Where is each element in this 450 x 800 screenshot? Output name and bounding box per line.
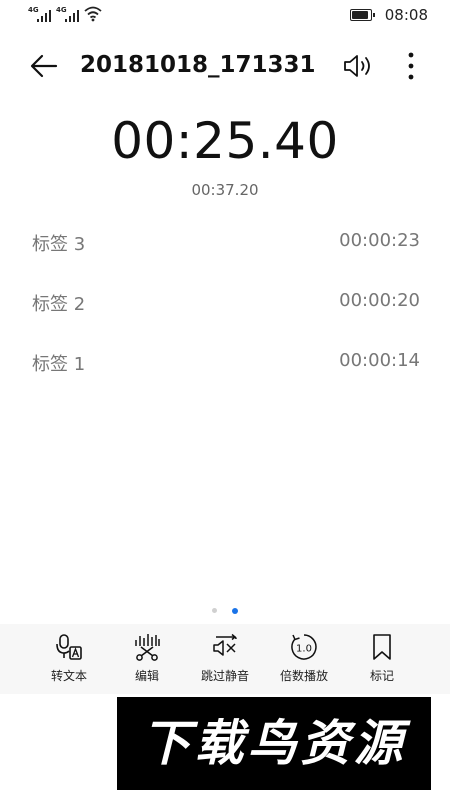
marker-list: 标签 3 00:00:23 标签 2 00:00:20 标签 1 00:00:1… <box>0 226 450 406</box>
playback-speed-button[interactable]: 1.0 倍数播放 <box>269 632 339 690</box>
bottom-toolbar: 转文本 编辑 跳过静音 1.0 倍数播放 标记 <box>0 624 450 694</box>
status-bar: 4G 4G 08:08 <box>0 0 450 32</box>
speech-to-text-icon <box>56 634 82 660</box>
playback-speed-icon: 1.0 <box>291 634 317 660</box>
back-button[interactable] <box>28 50 60 82</box>
page-indicator[interactable] <box>0 600 450 614</box>
page-dot-1[interactable] <box>211 608 217 613</box>
marker-label: 标签 2 <box>32 294 86 315</box>
toolbar-label: 转文本 <box>50 669 87 683</box>
status-time: 08:08 <box>384 6 428 24</box>
recording-title: 20181018_171331 <box>80 52 316 78</box>
marker-item[interactable]: 标签 3 00:00:23 <box>0 226 450 286</box>
marker-item[interactable]: 标签 2 00:00:20 <box>0 286 450 346</box>
signal-icon: 4G <box>28 6 54 24</box>
speaker-icon <box>344 55 370 77</box>
marker-time: 00:00:23 <box>339 230 420 251</box>
skip-silence-icon <box>213 633 237 656</box>
speaker-button[interactable] <box>342 52 376 80</box>
watermark-text: 下载鸟资源 <box>141 715 407 772</box>
toolbar-label: 跳过静音 <box>200 669 249 683</box>
marker-label: 标签 3 <box>32 234 86 255</box>
back-arrow-icon <box>30 54 58 78</box>
scissors-waveform-icon <box>135 634 160 661</box>
more-vertical-icon <box>408 52 414 80</box>
speed-value: 1.0 <box>296 644 312 655</box>
speech-to-text-button[interactable]: 转文本 <box>34 632 104 690</box>
marker-label: 标签 1 <box>32 354 86 375</box>
skip-silence-button[interactable]: 跳过静音 <box>190 632 260 690</box>
toolbar-label: 编辑 <box>134 669 159 683</box>
mark-button[interactable]: 标记 <box>347 632 417 690</box>
battery-icon <box>350 9 375 21</box>
wifi-icon <box>84 6 102 22</box>
bookmark-icon <box>373 634 391 660</box>
toolbar-label: 倍数播放 <box>279 669 328 683</box>
marker-item[interactable]: 标签 1 00:00:14 <box>0 346 450 406</box>
page-dot-2-active[interactable] <box>232 607 239 614</box>
watermark-logo: 下载鸟资源 <box>117 697 431 790</box>
marker-time: 00:00:20 <box>339 290 420 311</box>
toolbar-label: 标记 <box>369 669 394 683</box>
edit-button[interactable]: 编辑 <box>112 632 182 690</box>
more-options-button[interactable] <box>396 50 426 82</box>
elapsed-time: 00:25.40 <box>111 112 339 170</box>
signal-icon: 4G <box>56 6 82 24</box>
marker-time: 00:00:14 <box>339 350 420 371</box>
total-duration: 00:37.20 <box>191 181 259 199</box>
